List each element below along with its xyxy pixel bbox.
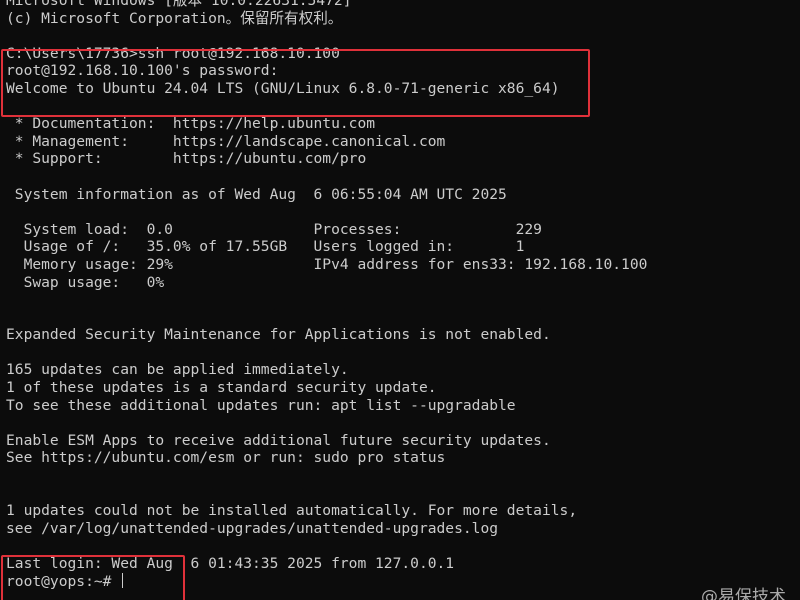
last-login-highlight-box: [1, 555, 185, 600]
esm-url-line: See https://ubuntu.com/esm or run: sudo …: [6, 449, 446, 467]
management-link-line: * Management: https://landscape.canonica…: [6, 132, 446, 150]
apt-list-hint-line: To see these additional updates run: apt…: [6, 396, 516, 414]
terminal-line: Microsoft Windows [版本 10.0.22631.5472]: [6, 0, 352, 9]
esm-notice-line: Expanded Security Maintenance for Applic…: [6, 326, 551, 344]
unattended-upgrade-line: 1 updates could not be installed automat…: [6, 502, 578, 520]
support-link-line: * Support: https://ubuntu.com/pro: [6, 150, 367, 168]
memory-usage-line: Memory usage: 29% IPv4 address for ens33…: [6, 255, 648, 273]
system-info-header: System information as of Wed Aug 6 06:55…: [6, 185, 507, 203]
documentation-link-line: * Documentation: https://help.ubuntu.com: [6, 115, 376, 133]
swap-usage-line: Swap usage: 0%: [6, 273, 165, 291]
system-load-line: System load: 0.0 Processes: 229: [6, 220, 542, 238]
security-update-line: 1 of these updates is a standard securit…: [6, 379, 437, 397]
ssh-login-highlight-box: [1, 49, 590, 117]
unattended-log-path-line: see /var/log/unattended-upgrades/unatten…: [6, 519, 499, 537]
terminal-line: (c) Microsoft Corporation。保留所有权利。: [6, 9, 343, 27]
watermark: @易保技术: [701, 587, 786, 600]
esm-apps-line: Enable ESM Apps to receive additional fu…: [6, 431, 551, 449]
terminal-window[interactable]: Microsoft Windows [版本 10.0.22631.5472] (…: [0, 0, 800, 600]
updates-count-line: 165 updates can be applied immediately.: [6, 361, 349, 379]
disk-usage-line: Usage of /: 35.0% of 17.55GB Users logge…: [6, 238, 525, 256]
